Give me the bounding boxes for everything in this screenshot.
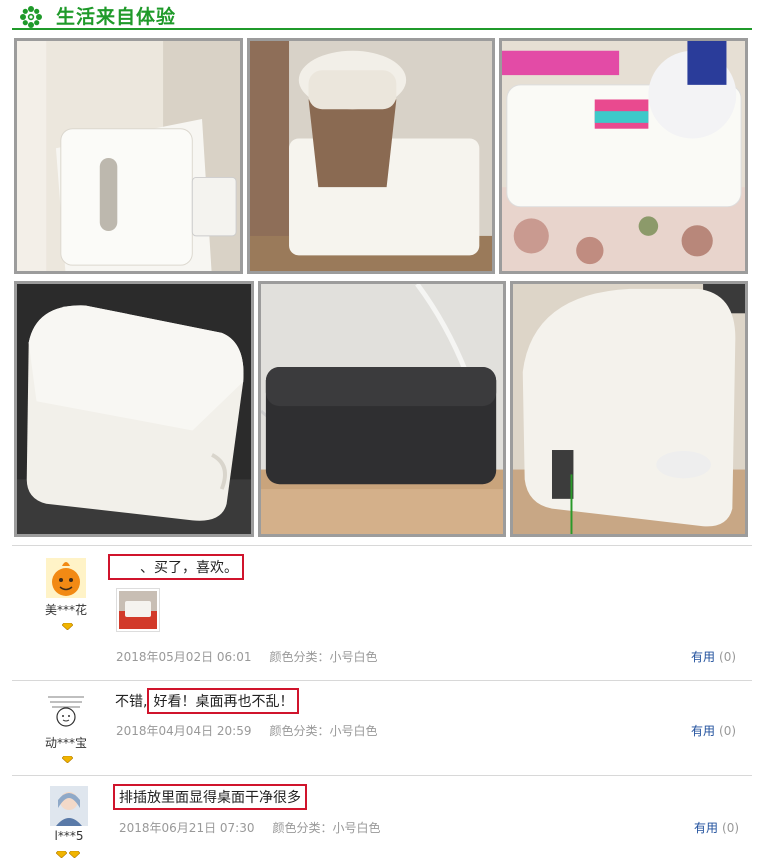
section-header: 生活来自体验: [12, 0, 752, 30]
review-spec: 颜色分类：小号白色: [269, 650, 378, 664]
highlighted-text: 好看！桌面再也不乱！: [147, 688, 300, 714]
review-photo-thumb[interactable]: [116, 588, 160, 632]
review-spec: 颜色分类：小号白色: [272, 821, 381, 835]
photo-2[interactable]: [247, 38, 495, 274]
review-spec: 颜色分类：小号白色: [269, 724, 378, 738]
highlighted-text: 排插放里面显得桌面干净很多: [113, 784, 307, 810]
review-meta: 2018年04月04日 20:59 颜色分类：小号白色: [116, 722, 378, 739]
review-item: l***5 排插放里面显得桌面干净很多 2018年06月21日 07:30 颜色分…: [12, 775, 752, 860]
rank-gem-icon: [62, 756, 73, 763]
rank-gem-icon: [56, 851, 67, 858]
review-text: 排插放里面显得桌面干净很多: [113, 784, 307, 810]
photo-3[interactable]: [499, 38, 748, 274]
rank-gem-icon: [69, 851, 80, 858]
reviewer-nick: 动***宝: [44, 736, 87, 750]
useful-button[interactable]: 有用 (0): [691, 722, 736, 739]
useful-button[interactable]: 有用 (0): [691, 648, 736, 665]
photo-4[interactable]: [14, 281, 254, 537]
review-date: 2018年05月02日 06:01: [116, 650, 252, 664]
review-date: 2018年06月21日 07:30: [119, 821, 255, 835]
highlighted-text: 、买了，喜欢。: [108, 554, 244, 580]
photo-1[interactable]: [14, 38, 243, 274]
avatar[interactable]: [46, 558, 86, 598]
useful-button[interactable]: 有用 (0): [694, 819, 739, 836]
avatar[interactable]: [50, 786, 88, 826]
review-text-prefix: 不错,: [115, 694, 148, 710]
avatar[interactable]: [44, 689, 88, 729]
photo-5[interactable]: [258, 281, 506, 537]
review-meta: 2018年06月21日 07:30 颜色分类：小号白色: [119, 819, 381, 836]
review-text: 、买了，喜欢。: [108, 554, 244, 580]
review-date: 2018年04月04日 20:59: [116, 724, 252, 738]
green-flower-icon: [20, 6, 42, 28]
section-title: 生活来自体验: [56, 6, 177, 28]
photo-6[interactable]: [510, 281, 748, 537]
rank-gem-icon: [62, 623, 73, 630]
review-item: 动***宝 不错, 好看！桌面再也不乱！ 2018年04月04日 20:59 颜色分…: [12, 680, 752, 775]
review-meta: 2018年05月02日 06:01 颜色分类：小号白色: [116, 648, 378, 665]
review-item: 美***花 、买了，喜欢。 2018年05月02日 06:01 颜色分类：小号白色…: [12, 545, 752, 678]
reviewer-nick: l***5: [54, 829, 84, 843]
review-text: 不错, 好看！桌面再也不乱！: [115, 688, 300, 714]
reviewer-nick: 美***花: [44, 603, 87, 617]
